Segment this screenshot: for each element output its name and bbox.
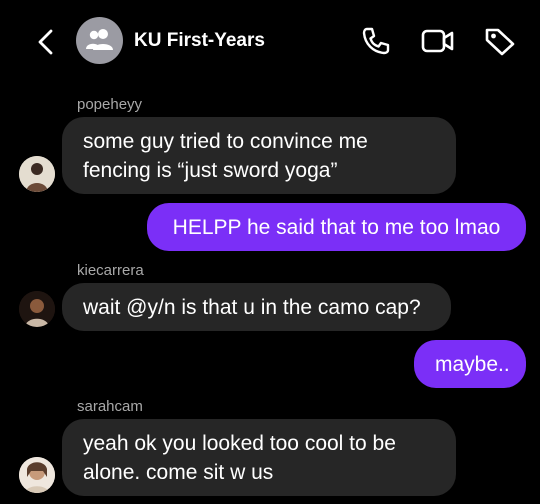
message-bubble-outgoing[interactable]: maybe.. (414, 340, 526, 388)
sender-name: popeheyy (77, 96, 143, 113)
sender-name: kiecarrera (77, 262, 144, 279)
chevron-left-icon[interactable] (34, 28, 58, 56)
group-icon (86, 29, 113, 50)
message-text: wait @y/n is that u in the camo cap? (83, 296, 421, 319)
message-bubble[interactable]: yeah ok you looked too cool to be alone.… (62, 419, 456, 496)
video-camera-icon[interactable] (421, 26, 455, 56)
avatar[interactable] (19, 457, 55, 493)
avatar-photo (19, 156, 55, 192)
message-bubble-outgoing[interactable]: HELPP he said that to me too lmao (147, 203, 526, 251)
avatar-photo (19, 291, 55, 327)
chat-header: KU First-Years (0, 0, 540, 82)
message-bubble[interactable]: some guy tried to convince me fencing is… (62, 117, 456, 194)
message-bubble[interactable]: wait @y/n is that u in the camo cap? (62, 283, 451, 331)
sender-name: sarahcam (77, 398, 143, 415)
message-text: maybe.. (435, 353, 510, 376)
message-text: fencing is “just sword yoga” (83, 159, 338, 182)
tag-icon[interactable] (484, 26, 516, 56)
message-text: some guy tried to convince me (83, 130, 368, 153)
message-text: yeah ok you looked too cool to be (83, 432, 396, 455)
group-avatar[interactable] (76, 17, 123, 64)
message-text: alone. come sit w us (83, 461, 274, 484)
message-text: HELPP he said that to me too lmao (172, 216, 501, 239)
avatar[interactable] (19, 291, 55, 327)
phone-icon[interactable] (361, 26, 391, 56)
avatar[interactable] (19, 156, 55, 192)
chat-title[interactable]: KU First-Years (134, 30, 265, 52)
avatar-photo (19, 457, 55, 493)
